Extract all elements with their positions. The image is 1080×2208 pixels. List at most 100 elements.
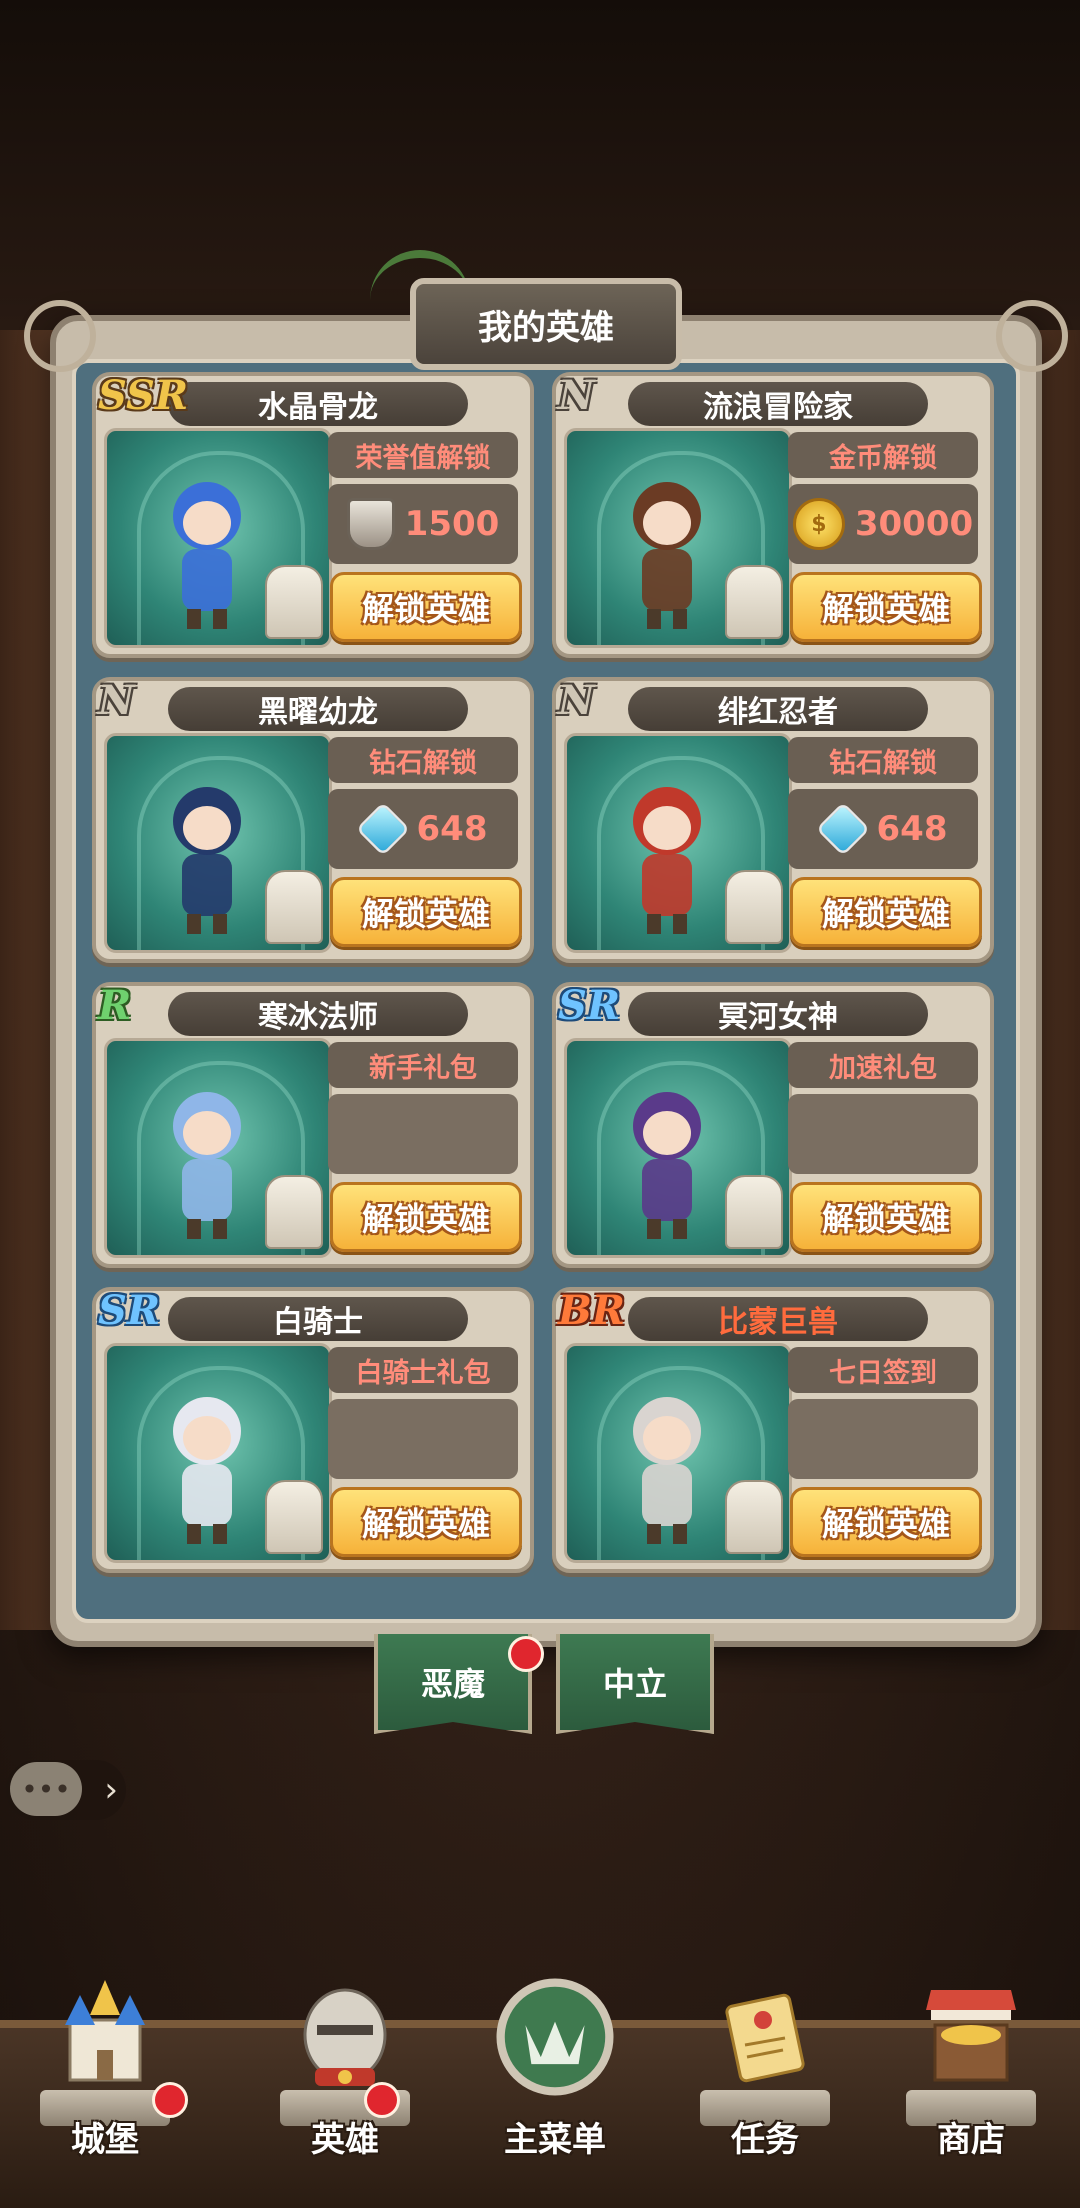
cost-value: 648: [416, 809, 488, 849]
unlock-hero-button[interactable]: 解锁英雄: [790, 1182, 982, 1252]
unlock-hero-button[interactable]: 解锁英雄: [330, 1487, 522, 1557]
unlock-cost: [788, 1094, 978, 1174]
rarity-badge: SSR: [98, 372, 189, 419]
nav-tasks[interactable]: 任务: [680, 1960, 850, 2190]
nav-label: 主菜单: [504, 2120, 606, 2160]
hero-figure: [633, 1397, 701, 1544]
hero-name: 流浪冒险家: [628, 382, 928, 426]
diamond-icon: [815, 801, 870, 857]
hero-name: 黑曜幼龙: [168, 687, 468, 731]
hero-card[interactable]: 寒冰法师 R 新手礼包解锁英雄: [92, 982, 534, 1268]
unlock-hero-button[interactable]: 解锁英雄: [330, 572, 522, 642]
hero-name: 水晶骨龙: [168, 382, 468, 426]
chat-icon: •••: [10, 1762, 82, 1816]
scroll-icon: [725, 1993, 805, 2083]
hero-figure: [633, 787, 701, 934]
rarity-badge: R: [98, 982, 132, 1029]
castle-icon: [65, 1980, 145, 2082]
cost-value: 648: [876, 809, 948, 849]
unlock-hero-button[interactable]: 解锁英雄: [330, 877, 522, 947]
hero-name: 寒冰法师: [168, 992, 468, 1036]
hero-figure: [173, 482, 241, 629]
chess-piece-icon: [725, 870, 783, 944]
chess-piece-icon: [265, 565, 323, 639]
rarity-badge: BR: [558, 1287, 626, 1334]
unlock-cost: $30000: [788, 484, 978, 564]
rarity-badge: N: [558, 372, 595, 419]
honor-icon: [346, 498, 395, 550]
tab-label: 中立: [602, 1665, 667, 1703]
nav-label: 英雄: [311, 2120, 379, 2160]
hero-name: 白骑士: [168, 1297, 468, 1341]
unlock-cost: [788, 1399, 978, 1479]
hero-name: 比蒙巨兽: [628, 1297, 928, 1341]
unlock-method: 七日签到: [788, 1347, 978, 1393]
hero-portrait: [104, 1038, 332, 1258]
coin-icon: $: [792, 498, 845, 550]
hero-card[interactable]: 黑曜幼龙 N 钻石解锁 648 解锁英雄: [92, 677, 534, 963]
chess-piece-icon: [725, 1175, 783, 1249]
shop-icon: [926, 1990, 1016, 2082]
hero-card[interactable]: 流浪冒险家 N 金币解锁 $30000 解锁英雄: [552, 372, 994, 658]
hero-portrait: [564, 428, 792, 648]
rarity-badge: SR: [558, 982, 621, 1029]
nav-label: 商店: [937, 2120, 1005, 2160]
hero-portrait: [564, 733, 792, 953]
knight-helmet-icon: [303, 1988, 387, 2086]
unlock-hero-button[interactable]: 解锁英雄: [790, 877, 982, 947]
nav-label: 城堡: [71, 2120, 139, 2160]
chat-button[interactable]: ••• ›: [6, 1760, 126, 1820]
hero-figure: [173, 1397, 241, 1544]
hero-card[interactable]: 绯红忍者 N 钻石解锁 648 解锁英雄: [552, 677, 994, 963]
tab-neutral[interactable]: 中立: [556, 1634, 714, 1734]
frame-ornament-left: [24, 300, 96, 372]
chess-piece-icon: [265, 1175, 323, 1249]
nav-main-menu[interactable]: 主菜单: [470, 1960, 640, 2190]
nav-castle[interactable]: 城堡: [20, 1960, 190, 2190]
hero-name: 绯红忍者: [628, 687, 928, 731]
hero-figure: [173, 1092, 241, 1239]
nav-shop[interactable]: 商店: [886, 1960, 1056, 2190]
nav-heroes[interactable]: 英雄: [260, 1960, 430, 2190]
hero-portrait: [104, 428, 332, 648]
rarity-badge: N: [98, 677, 135, 724]
rarity-badge: SR: [98, 1287, 161, 1334]
hero-name: 冥河女神: [628, 992, 928, 1036]
chevron-right-icon: ›: [104, 1770, 118, 1810]
hero-portrait: [104, 733, 332, 953]
unlock-method: 钻石解锁: [788, 737, 978, 783]
rarity-badge: N: [558, 677, 595, 724]
hero-card[interactable]: 水晶骨龙 SSR 荣誉值解锁 1500 解锁英雄: [92, 372, 534, 658]
hero-portrait: [564, 1038, 792, 1258]
tab-label: 恶魔: [420, 1665, 485, 1703]
unlock-method: 钻石解锁: [328, 737, 518, 783]
unlock-hero-button[interactable]: 解锁英雄: [790, 572, 982, 642]
unlock-cost: 648: [328, 789, 518, 869]
unlock-method: 白骑士礼包: [328, 1347, 518, 1393]
unlock-cost: 1500: [328, 484, 518, 564]
unlock-method: 荣誉值解锁: [328, 432, 518, 478]
unlock-hero-button[interactable]: 解锁英雄: [790, 1487, 982, 1557]
hero-card[interactable]: 比蒙巨兽 BR 七日签到解锁英雄: [552, 1287, 994, 1573]
hero-portrait: [104, 1343, 332, 1563]
hero-figure: [633, 482, 701, 629]
hero-card[interactable]: 白骑士 SR 白骑士礼包解锁英雄: [92, 1287, 534, 1573]
unlock-hero-button[interactable]: 解锁英雄: [330, 1182, 522, 1252]
diamond-icon: [355, 801, 410, 857]
chess-piece-icon: [265, 1480, 323, 1554]
unlock-cost: [328, 1094, 518, 1174]
nav-label: 任务: [731, 2120, 799, 2160]
frame-ornament-right: [996, 300, 1068, 372]
unlock-method: 金币解锁: [788, 432, 978, 478]
unlock-cost: 648: [788, 789, 978, 869]
chess-piece-icon: [265, 870, 323, 944]
hero-card[interactable]: 冥河女神 SR 加速礼包解锁英雄: [552, 982, 994, 1268]
chess-piece-icon: [725, 565, 783, 639]
unlock-cost: [328, 1399, 518, 1479]
unlock-method: 加速礼包: [788, 1042, 978, 1088]
crown-emblem-icon: [496, 1978, 614, 2096]
chess-piece-icon: [725, 1480, 783, 1554]
page-title: 我的英雄: [410, 278, 682, 370]
cost-value: 1500: [404, 504, 500, 544]
unlock-method: 新手礼包: [328, 1042, 518, 1088]
